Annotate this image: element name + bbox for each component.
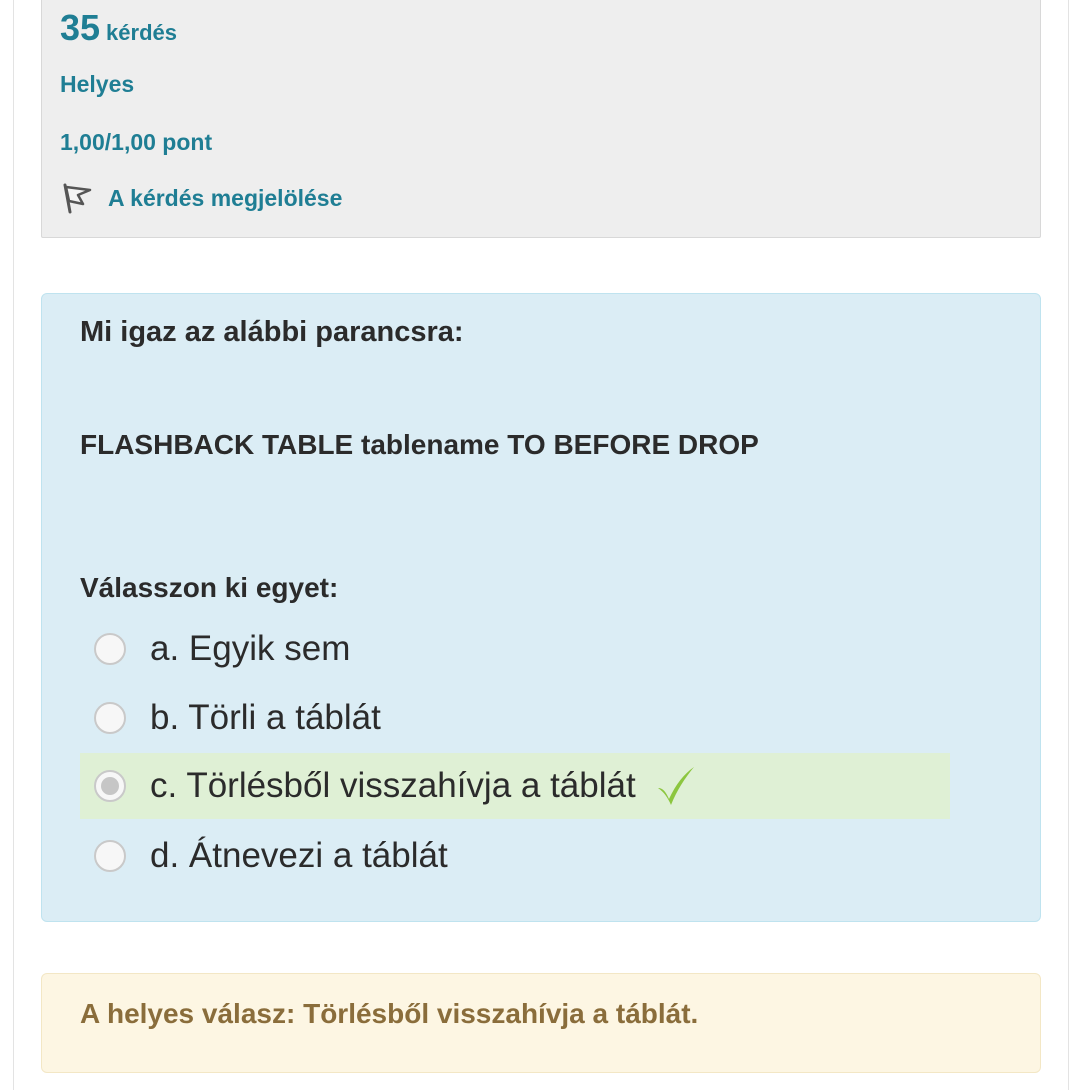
question-info-panel: 35 kérdés Helyes 1,00/1,00 pont A kérdés … <box>41 0 1041 238</box>
answer-option-c[interactable]: c. Törlésből visszahívja a táblát <box>80 753 950 819</box>
question-number-word: kérdés <box>106 20 177 45</box>
checkmark-icon <box>657 767 694 805</box>
question-text: Mi igaz az alábbi parancsra: <box>80 316 464 348</box>
answer-option-b[interactable]: b. Törli a táblát <box>80 685 950 751</box>
question-number: 35 kérdés <box>60 7 177 49</box>
flag-question-link[interactable]: A kérdés megjelölése <box>60 181 342 215</box>
radio-d[interactable] <box>94 840 126 872</box>
answer-option-label: b. Törli a táblát <box>150 698 381 737</box>
radio-b[interactable] <box>94 702 126 734</box>
question-number-value: 35 <box>60 7 101 48</box>
answer-option-a[interactable]: a. Egyik sem <box>80 616 950 682</box>
radio-a[interactable] <box>94 633 126 665</box>
flag-question-label: A kérdés megjelölése <box>108 184 343 211</box>
flag-icon <box>63 183 92 214</box>
question-grade: 1,00/1,00 pont <box>60 129 213 155</box>
right-answer-text: A helyes válasz: Törlésből visszahívja a… <box>80 998 699 1029</box>
question-state: Helyes <box>60 71 135 97</box>
answer-option-label: a. Egyik sem <box>150 629 351 668</box>
question-command: FLASHBACK TABLE tablename TO BEFORE DROP <box>80 429 759 460</box>
answer-prompt: Válasszon ki egyet: <box>80 572 339 603</box>
radio-c[interactable] <box>94 770 126 802</box>
feedback-panel: A helyes válasz: Törlésből visszahívja a… <box>41 973 1041 1073</box>
answer-option-label: d. Átnevezi a táblát <box>150 836 448 875</box>
answer-option-label: c. Törlésből visszahívja a táblát <box>150 766 636 805</box>
question-content: Mi igaz az alábbi parancsra: FLASHBACK T… <box>41 293 1041 922</box>
answer-option-d[interactable]: d. Átnevezi a táblát <box>80 823 950 889</box>
